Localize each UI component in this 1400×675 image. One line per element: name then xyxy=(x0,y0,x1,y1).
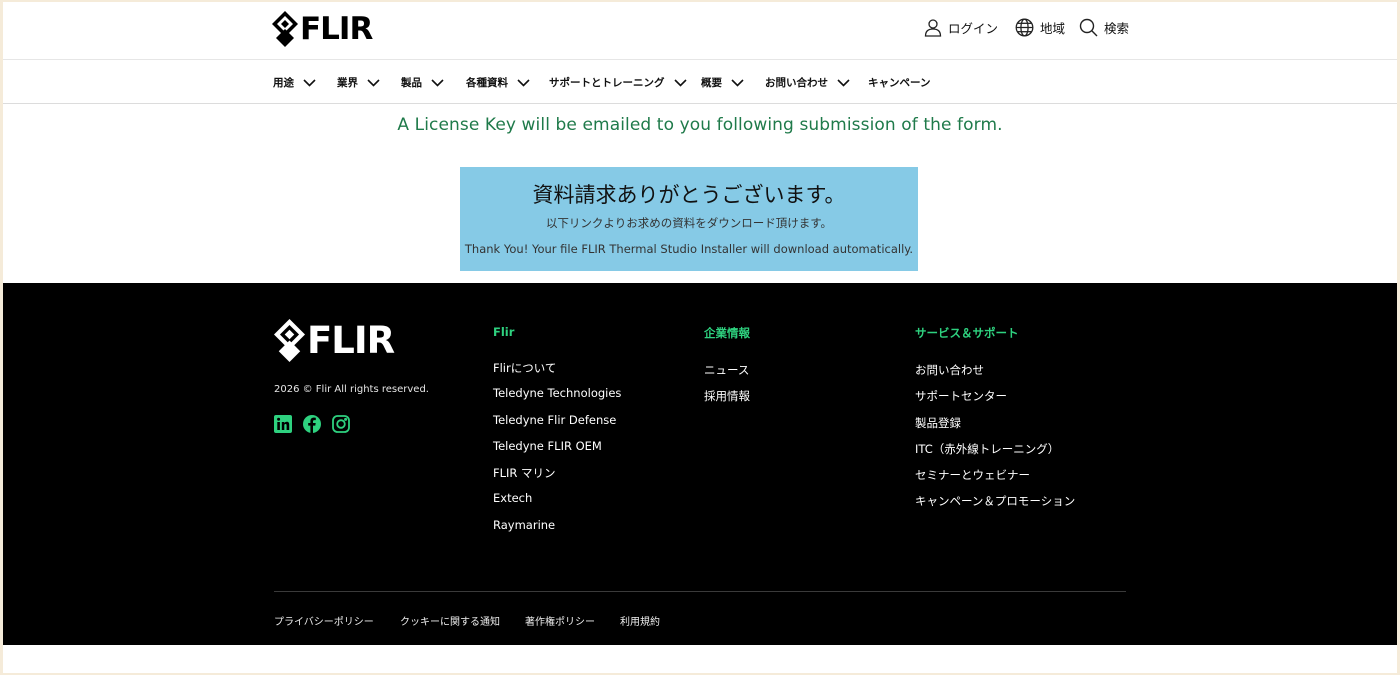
footer-column-heading: 企業情報 xyxy=(704,326,750,340)
copyright-policy-link[interactable]: 著作権ポリシー xyxy=(525,613,595,628)
footer-link[interactable]: ニュース xyxy=(704,362,750,388)
chevron-down-icon xyxy=(673,78,687,87)
footer-link[interactable]: Raymarine xyxy=(493,518,621,544)
footer-column-heading: Flir xyxy=(493,325,515,339)
linkedin-link[interactable] xyxy=(274,415,292,437)
cookie-notice-link[interactable]: クッキーに関する通知 xyxy=(400,613,500,628)
search-label: 検索 xyxy=(1104,21,1130,36)
chevron-down-icon xyxy=(367,78,380,87)
footer-link[interactable]: Teledyne Flir Defense xyxy=(493,413,621,439)
chevron-down-icon xyxy=(731,78,744,87)
login-link[interactable]: ログイン xyxy=(924,18,998,37)
search-icon xyxy=(1079,18,1098,37)
footer-link[interactable]: Teledyne FLIR OEM xyxy=(493,439,621,465)
nav-item-support-training[interactable]: サポートとトレーニング xyxy=(549,75,687,90)
footer-logo-wordmark: FLIR xyxy=(307,319,395,362)
copyright: 2026 © Flir All rights reserved. xyxy=(274,384,429,395)
footer-flir-logo[interactable]: FLIR xyxy=(274,318,395,363)
nav-label: キャンペーン xyxy=(868,77,931,89)
footer-column-flir: Flir Flirについて Teledyne Technologies Tele… xyxy=(493,325,621,544)
nav-label: 用途 xyxy=(273,77,294,89)
user-icon xyxy=(924,19,942,37)
nav-label: 各種資料 xyxy=(466,77,508,89)
footer-link[interactable]: サポートセンター xyxy=(915,388,1075,414)
nav-item-overview[interactable]: 概要 xyxy=(701,75,744,90)
license-key-notice: A License Key will be emailed to you fol… xyxy=(397,115,1003,135)
nav-item-contact[interactable]: お問い合わせ xyxy=(765,75,850,90)
chevron-down-icon xyxy=(517,78,530,87)
footer-link[interactable]: ITC（赤外線トレーニング） xyxy=(915,441,1075,467)
nav-item-campaign[interactable]: キャンペーン xyxy=(868,75,930,90)
nav-item-industries[interactable]: 業界 xyxy=(337,75,380,90)
flir-diamond-logo-icon xyxy=(274,319,305,362)
footer-link[interactable]: FLIR マリン xyxy=(493,465,621,491)
page: FLIR ログイン 地域 検索 用途 業界 製品 各種資料 サポートとトレーニン… xyxy=(3,2,1397,673)
nav-item-uses[interactable]: 用途 xyxy=(273,75,316,90)
flir-logo[interactable]: FLIR xyxy=(272,10,373,47)
chevron-down-icon xyxy=(303,78,316,87)
facebook-icon xyxy=(303,415,321,433)
chevron-down-icon xyxy=(431,78,444,87)
nav-label: 製品 xyxy=(401,77,422,89)
flir-diamond-logo-icon xyxy=(272,11,298,47)
nav-label: お問い合わせ xyxy=(765,77,828,89)
logo-wordmark: FLIR xyxy=(300,10,373,47)
footer-link[interactable]: お問い合わせ xyxy=(915,362,1075,388)
footer-link[interactable]: 製品登録 xyxy=(915,415,1075,441)
thank-you-box: 資料請求ありがとうございます。 以下リンクよりお求めの資料をダウンロード頂けます… xyxy=(460,167,918,271)
linkedin-icon xyxy=(274,415,292,433)
nav-item-products[interactable]: 製品 xyxy=(401,75,444,90)
download-message: Thank You! Your file FLIR Thermal Studio… xyxy=(464,242,914,256)
region-label: 地域 xyxy=(1040,21,1066,36)
footer-link[interactable]: Flirについて xyxy=(493,360,621,386)
nav-label: 業界 xyxy=(337,77,358,89)
login-label: ログイン xyxy=(948,21,999,36)
footer-link[interactable]: セミナーとウェビナー xyxy=(915,467,1075,493)
thank-you-title: 資料請求ありがとうございます。 xyxy=(532,183,846,207)
thank-you-subtitle: 以下リンクよりお求めの資料をダウンロード頂けます。 xyxy=(545,216,833,230)
chevron-down-icon xyxy=(837,78,850,87)
main-nav: 用途 業界 製品 各種資料 サポートとトレーニング 概要 お問い合わせ キャンペ… xyxy=(3,60,1397,104)
terms-of-use-link[interactable]: 利用規約 xyxy=(620,613,660,628)
footer-column-heading: サービス＆サポート xyxy=(915,326,1019,340)
top-bar: FLIR ログイン 地域 検索 xyxy=(3,2,1397,60)
instagram-link[interactable] xyxy=(332,415,350,437)
region-link[interactable]: 地域 xyxy=(1015,18,1065,37)
nav-label: サポートとトレーニング xyxy=(549,77,665,89)
footer-divider xyxy=(274,591,1126,592)
instagram-icon xyxy=(332,415,350,433)
footer-link[interactable]: Extech xyxy=(493,491,621,517)
footer-link[interactable]: 採用情報 xyxy=(704,388,750,414)
globe-icon xyxy=(1015,18,1034,37)
footer-column-service-support: サービス＆サポート お問い合わせ サポートセンター 製品登録 ITC（赤外線トレ… xyxy=(915,325,1075,520)
footer: FLIR 2026 © Flir All rights reserved. Fl… xyxy=(3,283,1397,645)
search-link[interactable]: 検索 xyxy=(1079,18,1129,37)
footer-link[interactable]: キャンペーン＆プロモーション xyxy=(915,493,1075,519)
privacy-policy-link[interactable]: プライバシーポリシー xyxy=(274,613,374,628)
footer-column-company: 企業情報 ニュース 採用情報 xyxy=(704,325,750,415)
nav-item-resources[interactable]: 各種資料 xyxy=(466,75,530,90)
footer-link[interactable]: Teledyne Technologies xyxy=(493,386,621,412)
facebook-link[interactable] xyxy=(303,415,321,437)
nav-label: 概要 xyxy=(701,77,722,89)
